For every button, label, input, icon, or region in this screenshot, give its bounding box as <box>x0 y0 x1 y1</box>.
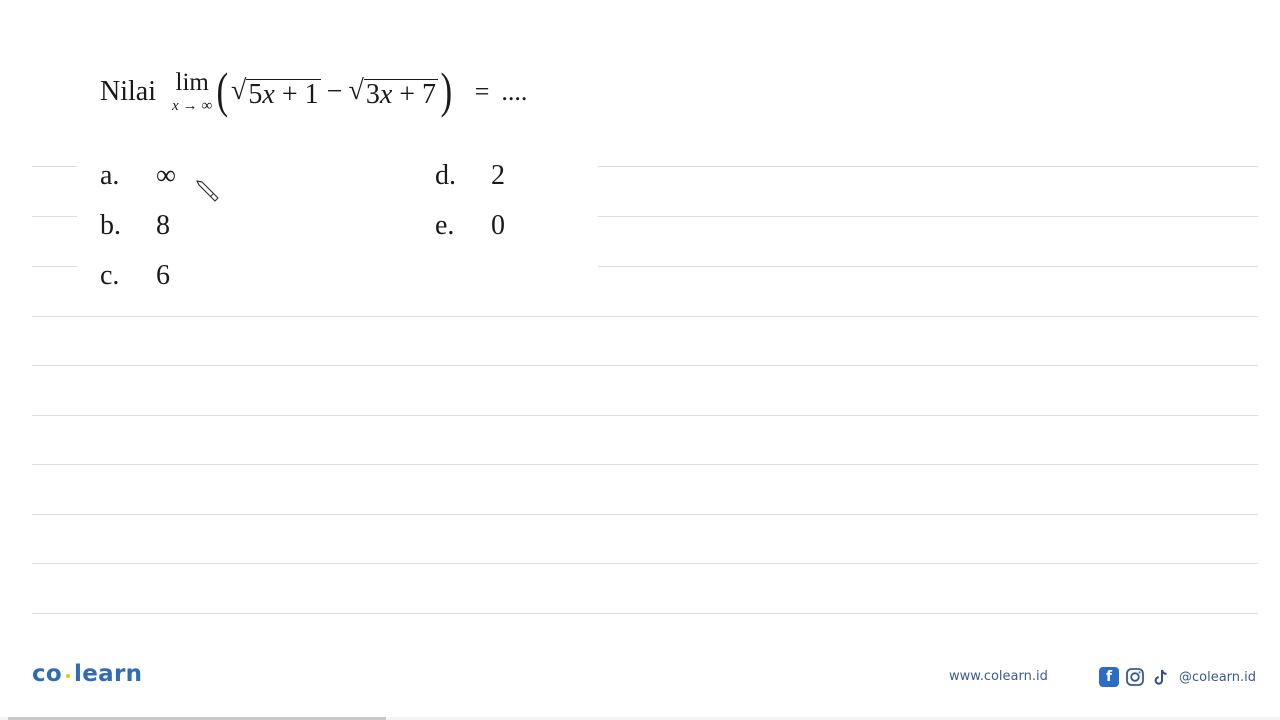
logo-text-left: co <box>32 661 63 687</box>
sqrt-term-1: √ 5x + 1 <box>231 75 321 110</box>
option-value: 6 <box>156 260 170 291</box>
ruled-line <box>598 166 1258 167</box>
option-letter: b. <box>100 210 121 241</box>
instagram-icon[interactable] <box>1125 667 1145 687</box>
ruled-line <box>598 216 1258 217</box>
ruled-line <box>598 266 1258 267</box>
ruled-line <box>32 613 1258 614</box>
option-e: e. 0 <box>435 210 505 242</box>
option-a: a. ∞ <box>100 160 176 192</box>
close-paren: ) <box>440 62 453 118</box>
limit-variable: x <box>172 98 179 114</box>
option-value: 8 <box>156 210 170 241</box>
equals-sign: = <box>474 77 490 106</box>
limit-target: ∞ <box>201 98 213 114</box>
question: Nilai lim x → ∞ ( √ 5x + 1 − √ 3x + 7 ) = … <box>100 62 527 122</box>
option-value: 0 <box>491 210 505 241</box>
radicand-2: 3x + 7 <box>363 78 439 110</box>
colearn-logo: co learn <box>32 661 142 687</box>
question-label: Nilai <box>100 76 156 107</box>
sqrt-term-2: √ 3x + 7 <box>348 74 439 110</box>
ellipsis: .... <box>501 77 528 106</box>
option-c: c. 6 <box>100 260 170 292</box>
open-paren: ( <box>216 62 229 118</box>
social-links: f @colearn.id <box>1099 667 1256 687</box>
option-d: d. 2 <box>435 160 505 192</box>
ruled-line <box>32 415 1258 416</box>
option-b: b. 8 <box>100 210 170 242</box>
pencil-cursor-icon <box>196 180 219 202</box>
limit-operator: lim x → ∞ <box>172 70 212 114</box>
radical-icon: √ <box>231 74 247 106</box>
option-value: ∞ <box>156 160 176 191</box>
logo-dot <box>66 674 71 678</box>
logo-text-right: learn <box>74 661 143 687</box>
ruled-line <box>32 216 77 217</box>
facebook-icon[interactable]: f <box>1099 667 1119 687</box>
limit-subscript: x → ∞ <box>172 99 212 114</box>
ruled-line <box>32 464 1258 465</box>
radicand-1: 5x + 1 <box>246 78 321 110</box>
ruled-line <box>32 514 1258 515</box>
ruled-line <box>32 316 1258 317</box>
ruled-line <box>32 365 1258 366</box>
website-link[interactable]: www.colearn.id <box>949 669 1048 684</box>
ruled-line <box>32 166 77 167</box>
ruled-line <box>32 266 77 267</box>
option-letter: c. <box>100 260 120 291</box>
limit-word: lim <box>175 69 209 96</box>
tiktok-icon[interactable] <box>1151 667 1171 687</box>
social-handle: @colearn.id <box>1179 669 1257 685</box>
option-letter: e. <box>435 210 455 241</box>
minus-sign: − <box>326 76 343 107</box>
option-letter: a. <box>100 160 120 191</box>
arrow-icon: → <box>182 98 198 114</box>
ruled-line <box>32 563 1258 564</box>
option-value: 2 <box>491 160 505 191</box>
option-letter: d. <box>435 160 456 191</box>
radical-icon: √ <box>348 74 364 106</box>
